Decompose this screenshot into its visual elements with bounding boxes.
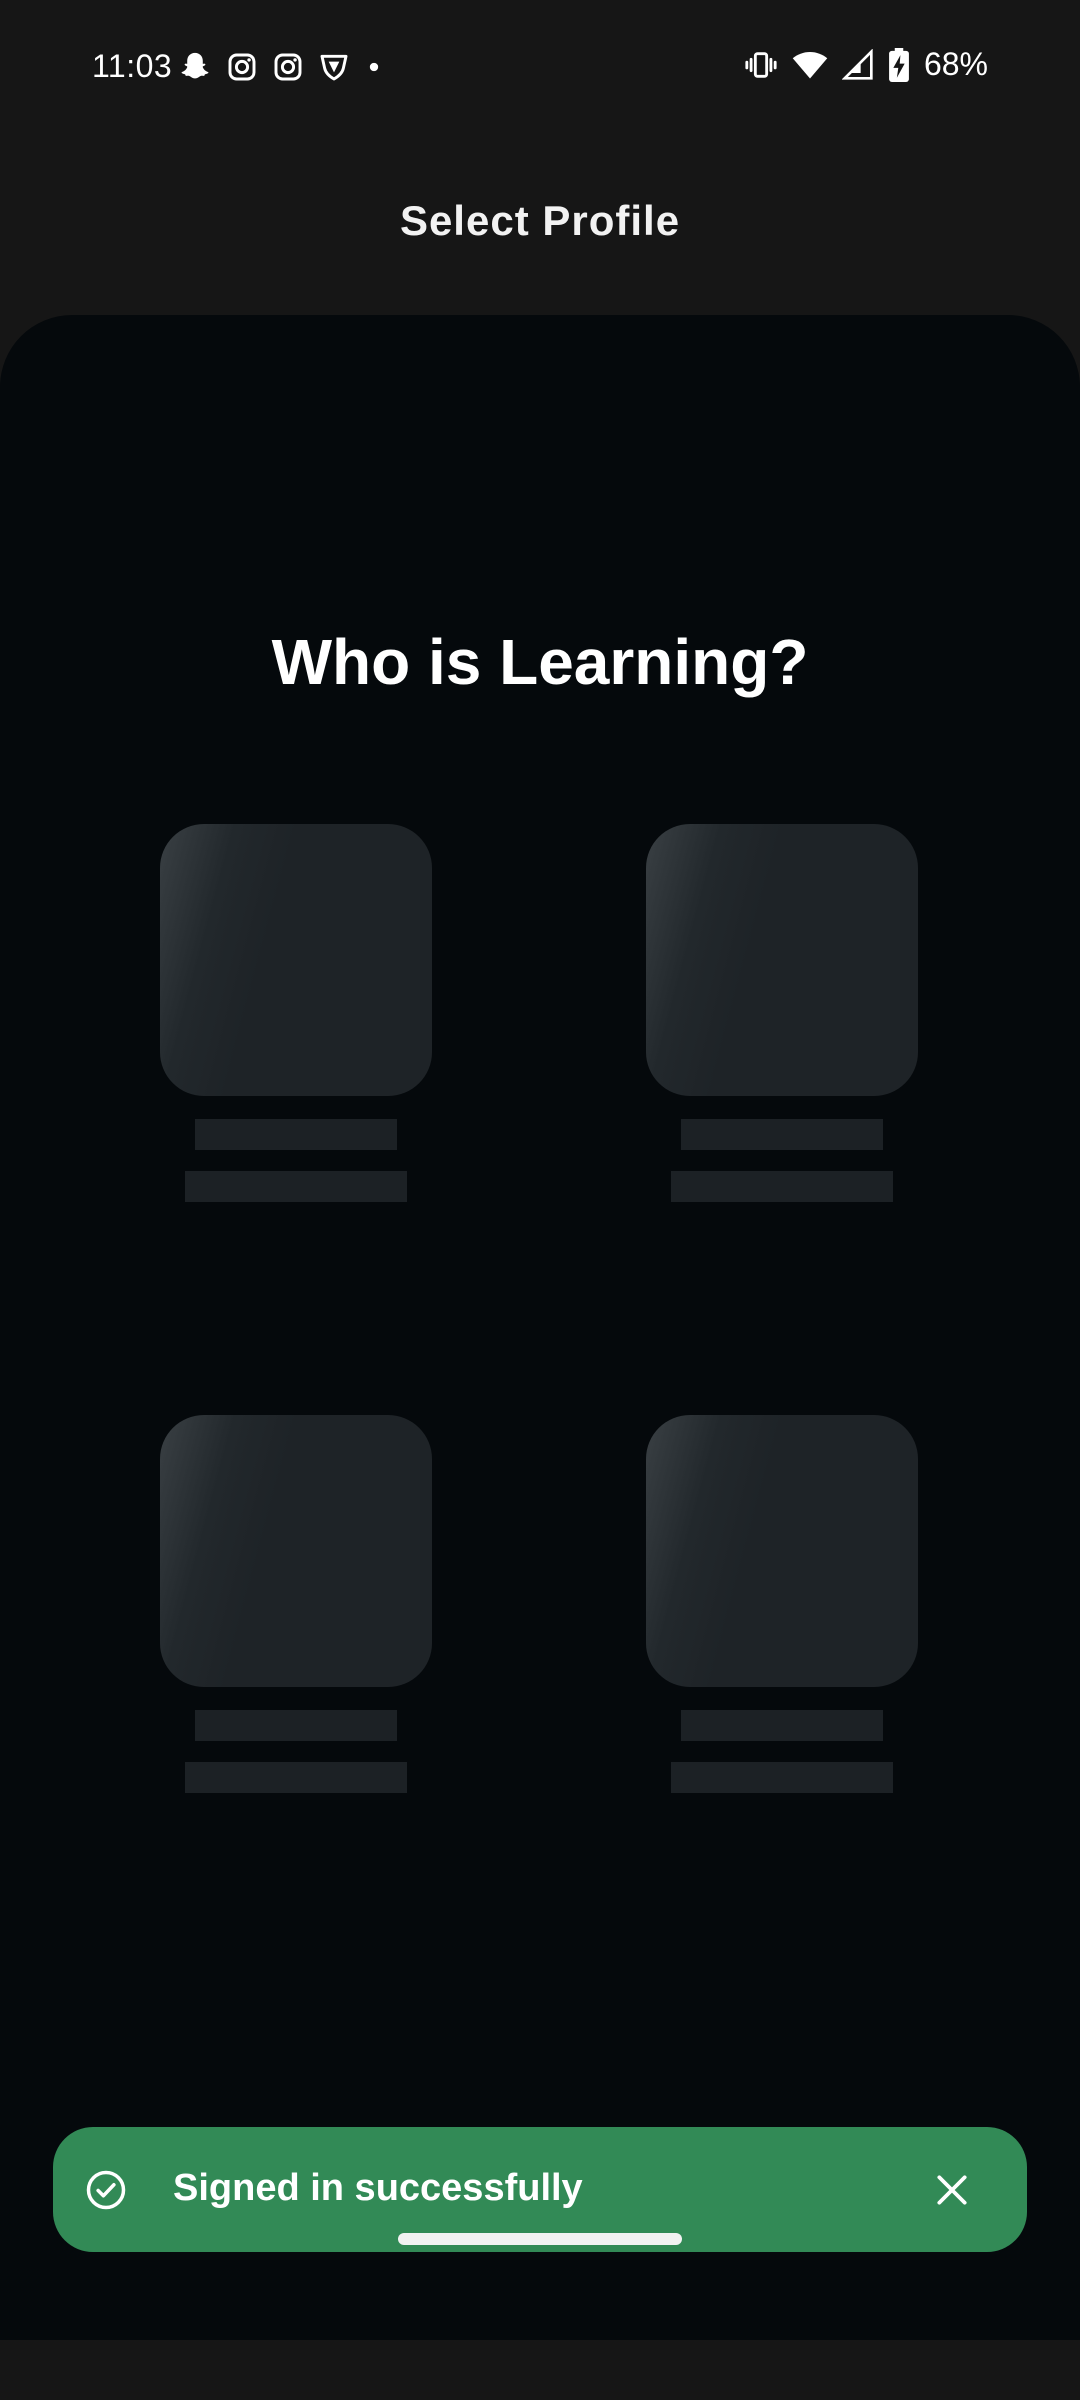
- vibrate-icon: [745, 51, 777, 78]
- profile-skeleton-card: [160, 1415, 432, 1795]
- profile-subtitle-placeholder: [185, 1171, 407, 1202]
- profile-avatar-placeholder: [646, 824, 918, 1096]
- profile-avatar-placeholder: [160, 824, 432, 1096]
- profile-selection-sheet: Who is Learning?: [0, 315, 1080, 2340]
- page-title: Select Profile: [399, 197, 681, 244]
- profile-name-placeholder: [195, 1119, 397, 1150]
- profile-subtitle-placeholder: [671, 1762, 893, 1793]
- profile-name-placeholder: [681, 1119, 883, 1150]
- system-indicators: 68%: [744, 46, 988, 83]
- dot-icon: [369, 62, 379, 72]
- profile-skeleton-card: [160, 824, 432, 1204]
- profile-skeleton-card: [646, 1415, 918, 1795]
- battery-percentage: 68%: [923, 46, 988, 82]
- battery-charging-icon: [889, 47, 909, 82]
- snackbar-message: Signed in successfully: [173, 2167, 583, 2209]
- notification-icons: [178, 50, 384, 84]
- signal-icon: [841, 48, 873, 80]
- profile-subtitle-placeholder: [185, 1762, 407, 1793]
- profile-name-placeholder: [195, 1710, 397, 1741]
- status-time: 11:03: [92, 48, 173, 84]
- top-app-bar: Select Profile: [0, 135, 1080, 315]
- snapchat-icon: [181, 52, 209, 79]
- instagram-icon: [228, 53, 256, 81]
- home-indicator[interactable]: [398, 2233, 682, 2245]
- profile-skeleton-card: [646, 824, 918, 1204]
- profile-avatar-placeholder: [160, 1415, 432, 1687]
- status-bar: 11:03 68%: [0, 0, 1080, 135]
- close-icon[interactable]: [933, 2171, 971, 2209]
- instagram-icon: [274, 53, 302, 81]
- wifi-icon: [792, 51, 828, 78]
- check-circle-icon: [86, 2170, 126, 2210]
- profile-subtitle-placeholder: [671, 1171, 893, 1202]
- who-is-learning-heading: Who is Learning?: [271, 626, 809, 698]
- navigation-bar: [0, 2340, 1080, 2400]
- profile-avatar-placeholder: [646, 1415, 918, 1687]
- profile-name-placeholder: [681, 1710, 883, 1741]
- vpn-icon: [320, 54, 348, 81]
